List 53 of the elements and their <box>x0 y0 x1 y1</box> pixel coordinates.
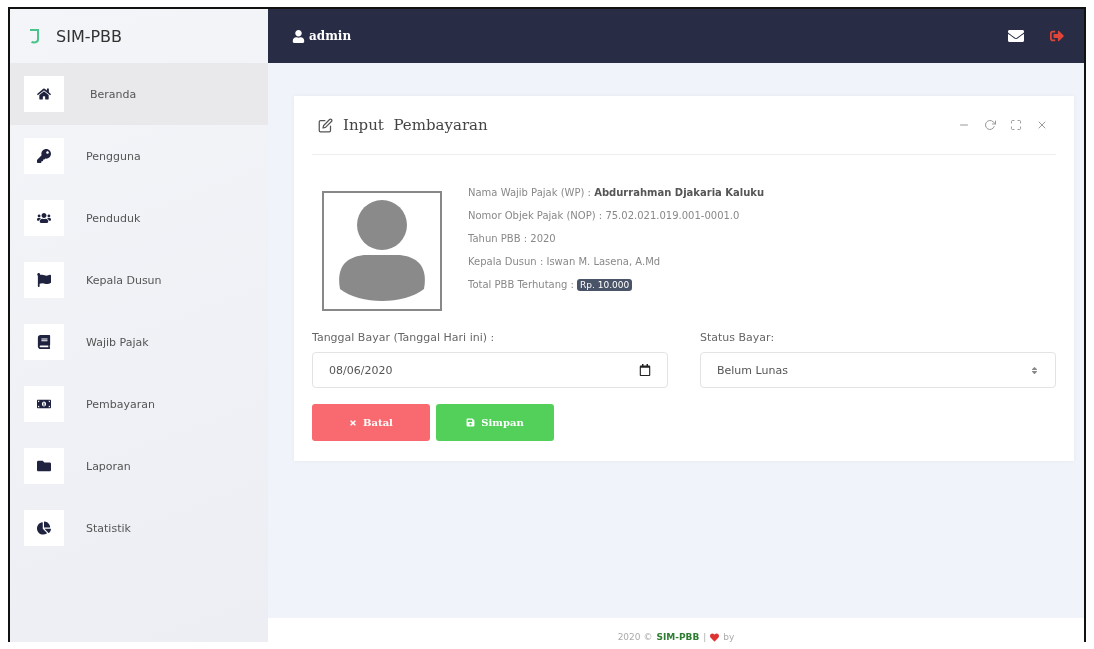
sidebar-item[interactable]: Laporan <box>10 435 268 497</box>
folder-icon <box>24 448 64 484</box>
sidebar-label: Pengguna <box>86 149 141 163</box>
edit-icon <box>318 117 333 133</box>
sidebar-item[interactable]: Statistik <box>10 497 268 559</box>
save-icon <box>466 418 476 427</box>
book-icon <box>24 324 64 360</box>
sort-icon <box>1030 365 1039 375</box>
sidebar-item[interactable]: Pengguna <box>10 125 268 187</box>
info-line: Total PBB Terhutang : Rp. 10.000 <box>468 277 768 293</box>
close-icon <box>349 418 358 427</box>
footer-brand: SIM-PBB <box>656 632 700 642</box>
users-icon <box>24 200 64 236</box>
info-line: Tahun PBB : 2020 <box>468 232 557 246</box>
sidebar-label: Statistik <box>86 521 131 535</box>
info-line: Kepala Dusun : Iswan M. Lasena, A.Md <box>468 255 662 269</box>
date-field[interactable]: 08/06/2020 <box>312 352 668 388</box>
banknote-icon <box>24 386 64 422</box>
user-icon <box>292 29 305 43</box>
info-line: Nomor Objek Pajak (NOP) : 75.02.021.019.001-0001.0 <box>468 209 741 223</box>
sidebar-item[interactable]: Beranda <box>10 63 268 125</box>
sidebar-label: Kepala Dusun <box>86 273 162 287</box>
footer-year: 2020 © <box>617 632 653 642</box>
sidebar-item[interactable]: Kepala Dusun <box>10 249 268 311</box>
fullscreen-icon[interactable] <box>1010 119 1022 131</box>
envelope-icon[interactable] <box>1008 28 1024 44</box>
close-icon[interactable] <box>1036 119 1048 131</box>
refresh-icon[interactable] <box>984 119 996 131</box>
pie-chart-icon <box>24 510 64 546</box>
sidebar-label: Wajib Pajak <box>86 335 149 349</box>
key-icon <box>24 138 64 174</box>
home-icon <box>24 76 64 112</box>
sidebar-label: Penduduk <box>86 211 141 225</box>
sidebar-item[interactable]: Wajib Pajak <box>10 311 268 373</box>
footer-separator: | <box>703 632 707 642</box>
brand-title: SIM-PBB <box>56 26 123 46</box>
logo-icon <box>28 28 40 44</box>
user-name[interactable]: admin <box>309 29 352 43</box>
flag-icon <box>24 262 64 298</box>
info-line: Nama Wajib Pajak (WP) : Abdurrahman Djakaria Kaluku <box>468 186 766 200</box>
sidebar-label: Beranda <box>90 87 137 101</box>
sidebar-item[interactable]: Penduduk <box>10 187 268 249</box>
status-select[interactable]: Belum Lunas <box>700 352 1056 388</box>
card-title: Input Pembayaran <box>343 116 489 134</box>
sidebar-label: Laporan <box>86 459 131 473</box>
calendar-icon[interactable] <box>639 364 651 376</box>
sidebar-label: Pembayaran <box>86 397 155 411</box>
field-label: Status Bayar: <box>700 331 776 344</box>
logout-icon[interactable] <box>1050 29 1064 43</box>
field-label: Tanggal Bayar (Tanggal Hari ini) : <box>312 331 496 344</box>
footer-credit: by <box>723 632 735 642</box>
sidebar-item[interactable]: Pembayaran <box>10 373 268 435</box>
heart-icon <box>710 633 720 642</box>
